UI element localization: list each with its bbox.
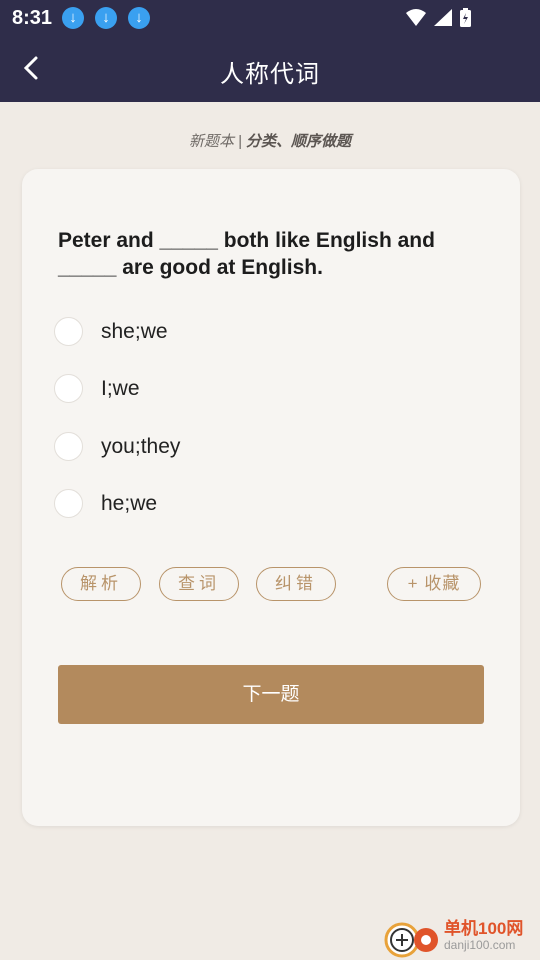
wifi-signal-battery-icon [406,8,471,27]
question-source: 新题本 | 分类、顺序做题 [0,130,540,151]
page-title: 人称代词 [220,61,320,88]
watermark-name: 单机100网 [444,919,524,938]
status-time: 8:31 [12,7,53,29]
watermark-logo-icon [384,922,438,958]
radio-button[interactable] [54,374,83,403]
radio-button[interactable] [54,317,83,346]
radio-button[interactable] [54,489,83,518]
watermark-url: danji100.com [444,938,516,952]
lookup-word-button[interactable]: 查词 [159,567,239,601]
status-bar: 8:31 ↓ ↓ ↓ [0,0,540,36]
radio-button[interactable] [54,432,83,461]
status-icons [404,7,500,29]
option-label: I;we [101,377,140,400]
source-label: 新题本 [189,133,235,150]
separator: | [238,133,242,150]
question-text: Peter and _____ both like English and __… [58,229,435,279]
favorite-button[interactable]: + 收藏 [387,567,481,601]
option-label: she;we [101,320,168,343]
option-label: you;they [101,435,181,458]
question-card: Peter and _____ both like English and __… [22,169,520,826]
download-icon: ↓ [95,7,117,29]
analysis-button[interactable]: 解析 [61,567,141,601]
next-question-button[interactable]: 下一题 [58,665,484,724]
download-icon: ↓ [128,7,150,29]
watermark: 单机100网 danji100.com [382,914,532,958]
report-error-button[interactable]: 纠错 [256,567,336,601]
app-header: 人称代词 [0,36,540,102]
option-label: he;we [101,492,158,515]
mode-label: 分类、顺序做题 [245,133,351,150]
download-icon: ↓ [62,7,84,29]
